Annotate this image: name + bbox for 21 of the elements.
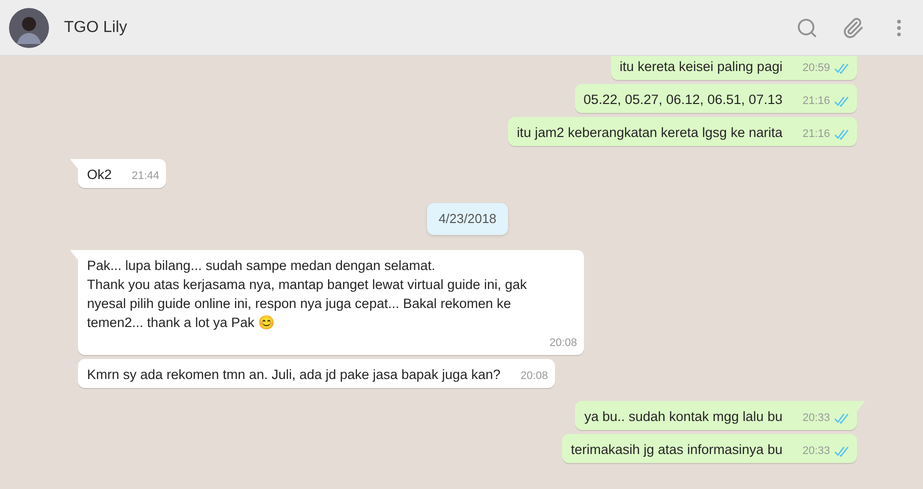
- message-text: itu kereta keisei paling pagi: [620, 58, 782, 76]
- message-time: 20:33: [802, 410, 830, 426]
- message-time: 20:33: [802, 444, 830, 458]
- message-text: ya bu.. sudah kontak mgg lalu bu: [584, 408, 782, 426]
- message-time: 21:44: [132, 169, 160, 184]
- message-text: Ok2: [87, 166, 112, 184]
- message-time: 20:08: [549, 336, 577, 350]
- message-time: 20:08: [520, 368, 548, 384]
- search-icon[interactable]: [796, 16, 818, 38]
- message-text: Pak... lupa bilang... sudah sampe medan dengan selamat. Thank you atas kerjasama nya, mantap banget lewat virtual guide ini, gak nyesal pilih guide online ini, respon nya juga cepat... Bakal rekomen ke temen2... thank a lot ya Pak 😊: [87, 256, 528, 332]
- date-chip: 4/23/2018: [426, 203, 508, 234]
- message-text: Kmrn sy ada rekomen tmn an. Juli, ada jd pake jasa bapak juga kan?: [87, 366, 500, 384]
- message-text: itu jam2 keberangkatan kereta lgsg ke narita: [516, 124, 782, 142]
- paperclip-icon[interactable]: [842, 16, 864, 38]
- message-text: 05.22, 05.27, 06.12, 06.51, 07.13: [584, 91, 782, 109]
- contact-name: TGO Lily: [64, 18, 128, 38]
- message-time: 21:16: [802, 127, 830, 142]
- message-time: 21:16: [802, 94, 830, 109]
- avatar[interactable]: [9, 8, 49, 48]
- message-text: terimakasih jg atas informasinya bu: [570, 440, 782, 458]
- message-time: 20:59: [802, 61, 830, 76]
